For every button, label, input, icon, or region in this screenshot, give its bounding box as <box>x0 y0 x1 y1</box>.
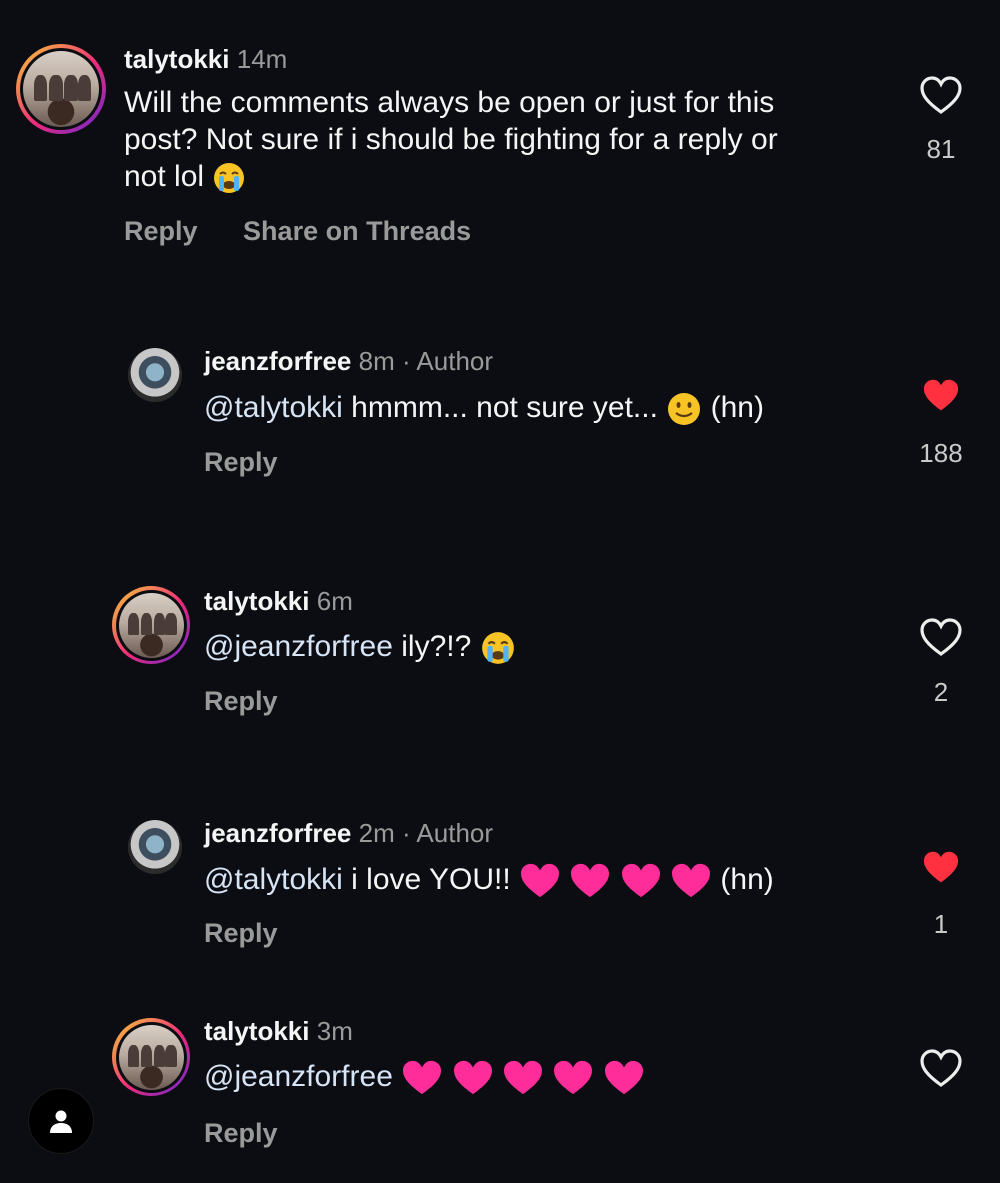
timestamp: 3m <box>316 1016 353 1046</box>
comment-text: @talytokki i love YOU!! (hn) <box>204 861 774 900</box>
mention-link[interactable]: @jeanzforfree <box>204 1060 393 1093</box>
pink-heart-emoji-icon <box>503 1060 542 1095</box>
comment-header: jeanzforfree 2m · Author <box>204 818 493 849</box>
heart-filled-icon[interactable] <box>921 850 961 886</box>
crying-face-emoji-icon <box>214 163 245 194</box>
pink-heart-emoji-icon <box>403 1060 442 1095</box>
mention-link[interactable]: @jeanzforfree <box>204 630 393 663</box>
comment-text: @jeanzforfree <box>204 1058 645 1097</box>
reply-button[interactable]: Reply <box>204 918 278 948</box>
share-on-threads-button[interactable]: Share on Threads <box>243 216 471 246</box>
timestamp: 6m <box>316 586 353 616</box>
comment-text: Will the comments always be open or just… <box>124 84 894 195</box>
comment-actions: Reply <box>204 918 316 949</box>
like-count: 1 <box>933 909 949 939</box>
comment-header: talytokki 3m <box>204 1016 353 1047</box>
timestamp: 8m <box>358 346 395 376</box>
like-count: 81 <box>926 134 956 164</box>
pink-heart-emoji-icon <box>672 863 711 898</box>
avatar[interactable] <box>128 348 182 402</box>
pink-heart-emoji-icon <box>554 1060 593 1095</box>
mention-link[interactable]: @talytokki <box>204 863 343 896</box>
heart-outline-icon[interactable] <box>919 76 963 116</box>
profile-button[interactable] <box>28 1088 94 1154</box>
comment-line: Will the comments always be open or just… <box>124 86 775 119</box>
reply-button[interactable]: Reply <box>204 1118 278 1148</box>
comment-text: @talytokki hmmm... not sure yet... (hn) <box>204 389 764 427</box>
timestamp: 2m <box>358 818 395 848</box>
heart-filled-icon[interactable] <box>921 378 961 414</box>
avatar[interactable] <box>16 44 106 134</box>
like-count: 188 <box>919 438 963 468</box>
heart-outline-icon[interactable] <box>919 1049 963 1089</box>
comment-suffix: (hn) <box>710 391 764 424</box>
comment-suffix: (hn) <box>720 863 774 896</box>
username[interactable]: talytokki <box>124 44 230 74</box>
author-tag: · Author <box>401 346 494 376</box>
crying-face-emoji-icon <box>481 632 514 664</box>
timestamp: 14m <box>236 44 288 74</box>
avatar[interactable] <box>128 820 182 874</box>
comment-body: hmmm... not sure yet... <box>351 391 658 424</box>
username[interactable]: jeanzforfree <box>204 818 351 848</box>
comment-header: talytokki 14m <box>124 44 287 75</box>
comment-line: post? Not sure if i should be fighting f… <box>124 123 778 156</box>
comment-body: ily?!? <box>401 630 472 663</box>
pink-heart-emoji-icon <box>571 863 610 898</box>
username[interactable]: talytokki <box>204 1016 310 1046</box>
avatar[interactable] <box>112 1018 190 1096</box>
pink-heart-emoji-icon <box>604 1060 643 1095</box>
mention-link[interactable]: @talytokki <box>204 391 343 424</box>
slightly-smiling-face-emoji-icon <box>668 393 701 426</box>
comment-body: i love YOU!! <box>351 863 511 896</box>
heart-outline-icon[interactable] <box>919 618 963 658</box>
avatar[interactable] <box>112 586 190 664</box>
pink-heart-emoji-icon <box>521 863 560 898</box>
reply-button[interactable]: Reply <box>204 447 278 477</box>
like-count: 2 <box>933 677 949 707</box>
comment-header: jeanzforfree 8m · Author <box>204 346 493 377</box>
comment-header: talytokki 6m <box>204 586 353 617</box>
pink-heart-emoji-icon <box>621 863 660 898</box>
username[interactable]: talytokki <box>204 586 310 616</box>
username[interactable]: jeanzforfree <box>204 346 351 376</box>
author-tag: · Author <box>401 818 494 848</box>
comment-actions: Reply <box>204 686 316 717</box>
comment-actions: Reply Share on Threads <box>124 216 509 247</box>
comment-actions: Reply <box>204 447 316 478</box>
person-icon <box>50 1110 72 1133</box>
comment-actions: Reply <box>204 1118 316 1149</box>
comment-line-last: not lol <box>124 158 894 195</box>
comment-text: @jeanzforfree ily?!? <box>204 628 516 666</box>
reply-button[interactable]: Reply <box>124 216 198 246</box>
pink-heart-emoji-icon <box>453 1060 492 1095</box>
reply-button[interactable]: Reply <box>204 686 278 716</box>
